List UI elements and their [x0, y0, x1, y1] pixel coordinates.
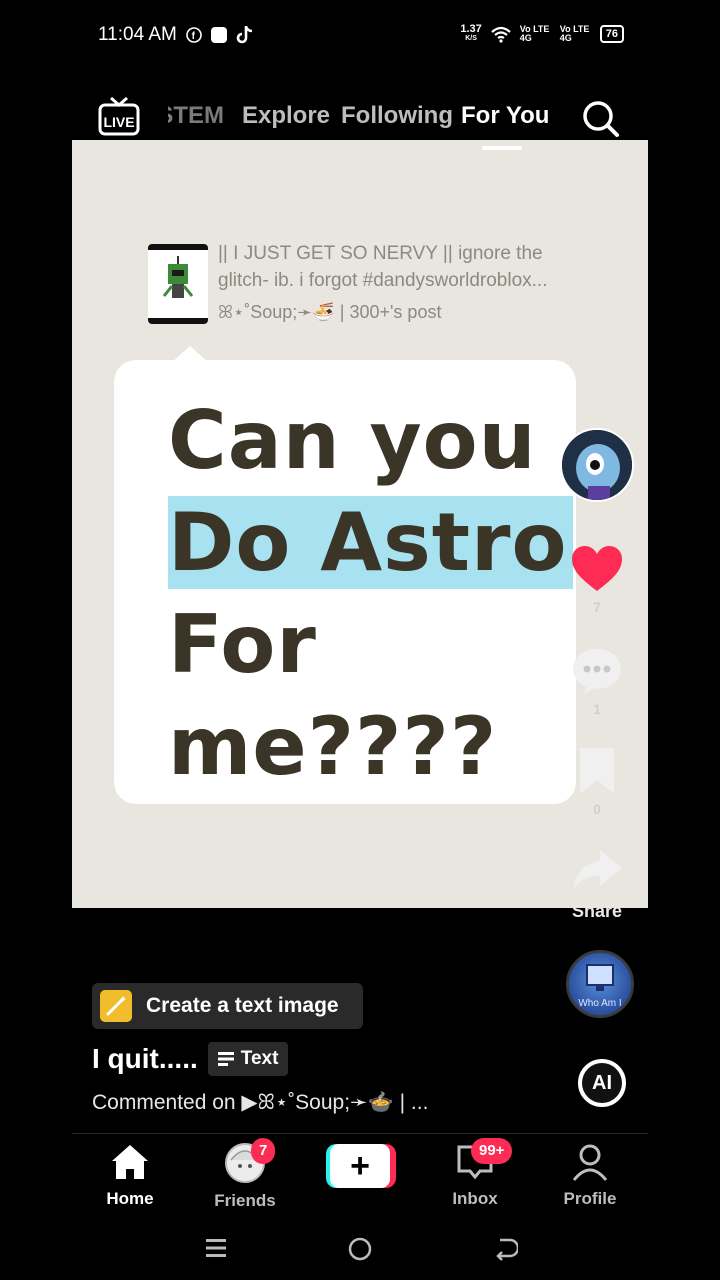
- like-count: 7: [593, 599, 601, 615]
- create-text-image-button[interactable]: Create a text image: [92, 983, 363, 1029]
- nav-friends[interactable]: 7 Friends: [195, 1138, 295, 1211]
- heart-icon[interactable]: [570, 544, 624, 594]
- bubble-line-4: me????: [168, 700, 498, 793]
- net-speed: 1.37 K/S: [460, 23, 482, 43]
- tiktok-icon: [236, 26, 253, 44]
- create-text-image-label: Create a text image: [146, 994, 339, 1017]
- app-square-icon: [211, 27, 227, 43]
- profile-icon: [572, 1144, 608, 1181]
- top-nav: LIVE STEM Explore Following For You: [0, 92, 720, 142]
- post-thumbnail[interactable]: [148, 244, 208, 324]
- text-badge-label: Text: [240, 1048, 279, 1069]
- comment-count: 1: [593, 701, 601, 717]
- sim1-signal: Vo LTE 4G: [519, 24, 550, 43]
- ai-button[interactable]: AI: [578, 1059, 626, 1107]
- status-icons-left: f: [186, 25, 254, 45]
- bookmark-icon[interactable]: [570, 746, 624, 796]
- recent-apps-icon[interactable]: [204, 1236, 228, 1260]
- tab-stem[interactable]: STEM: [168, 102, 224, 130]
- tab-for-you[interactable]: For You: [461, 102, 549, 130]
- speech-bubble: Can you Do Astro For me????: [114, 346, 576, 804]
- status-time: 11:04 AM: [98, 24, 177, 45]
- quoted-post-author[interactable]: ꕤ⋆˚Soup;➛🍜 | 300+'s post: [218, 302, 441, 323]
- live-icon[interactable]: LIVE: [98, 96, 140, 136]
- nav-friends-label: Friends: [214, 1191, 276, 1210]
- text-lines-icon: [217, 1052, 234, 1066]
- share-label: Share: [571, 901, 623, 921]
- creator-avatar[interactable]: [560, 428, 634, 502]
- nav-profile-label: Profile: [563, 1189, 617, 1208]
- caption-row: I quit..... Text: [92, 1042, 289, 1076]
- magic-wand-icon: [100, 990, 132, 1022]
- svg-text:f: f: [192, 31, 196, 42]
- save-action[interactable]: 0: [556, 746, 638, 817]
- share-icon[interactable]: [570, 846, 624, 896]
- music-disc[interactable]: Who Am I: [566, 950, 634, 1018]
- battery-indicator: 76: [599, 25, 624, 43]
- friends-badge: 7: [251, 1138, 276, 1164]
- status-bar: 11:04 AM f 1.37 K/S Vo LTE 4G Vo LTE 4G …: [0, 0, 720, 72]
- music-label: Who Am I: [578, 998, 622, 1009]
- nav-home[interactable]: Home: [80, 1142, 180, 1209]
- like-action[interactable]: 7: [556, 544, 638, 615]
- comment-icon[interactable]: [570, 646, 624, 696]
- wifi-icon: [491, 26, 511, 43]
- ai-label: AI: [582, 1063, 622, 1103]
- bubble-line-3: For: [168, 598, 317, 691]
- plus-icon: +: [330, 1144, 390, 1188]
- quoted-post-title[interactable]: || I JUST GET SO NERVY || ignore the gli…: [218, 240, 598, 294]
- inbox-badge: 99+: [471, 1138, 513, 1164]
- home-system-icon[interactable]: [347, 1236, 373, 1262]
- share-action[interactable]: Share: [556, 846, 638, 922]
- nav-inbox-label: Inbox: [452, 1189, 498, 1208]
- bubble-text: Can you Do Astro For me????: [168, 390, 574, 798]
- drag-handle: [482, 146, 522, 150]
- caption-title[interactable]: I quit.....: [92, 1043, 198, 1075]
- bottom-nav: Home 7 Friends + 99+ Inbox Profile: [72, 1134, 648, 1214]
- system-nav-bar: [0, 1228, 720, 1268]
- bubble-line-2: Do Astro: [168, 492, 574, 594]
- bubble-line-1: Can you: [168, 394, 537, 487]
- search-icon[interactable]: [580, 98, 620, 138]
- nav-inbox[interactable]: 99+ Inbox: [425, 1138, 525, 1209]
- create-post-button[interactable]: +: [326, 1144, 396, 1188]
- robot-thumbnail-icon: [162, 256, 194, 298]
- tab-following[interactable]: Following: [341, 102, 453, 130]
- sim2-signal: Vo LTE 4G: [559, 24, 590, 43]
- nav-profile[interactable]: Profile: [540, 1142, 640, 1209]
- speech-bubble-tail: [172, 346, 208, 362]
- save-count: 0: [593, 801, 601, 817]
- commented-on-link[interactable]: Commented on ▶ꕤ⋆˚Soup;➛🍲 | ...: [92, 1090, 428, 1115]
- highlighted-text: Do Astro: [168, 496, 574, 589]
- facebook-icon: f: [186, 27, 202, 43]
- text-badge[interactable]: Text: [207, 1042, 289, 1076]
- quoted-post-header[interactable]: || I JUST GET SO NERVY || ignore the gli…: [148, 240, 618, 330]
- tab-explore[interactable]: Explore: [242, 102, 330, 130]
- status-icons-right: 1.37 K/S Vo LTE 4G Vo LTE 4G 76: [460, 24, 624, 44]
- back-icon[interactable]: [492, 1236, 518, 1262]
- home-icon: [112, 1145, 148, 1179]
- live-label: LIVE: [103, 114, 134, 130]
- nav-home-label: Home: [106, 1189, 154, 1208]
- comment-action[interactable]: 1: [556, 646, 638, 717]
